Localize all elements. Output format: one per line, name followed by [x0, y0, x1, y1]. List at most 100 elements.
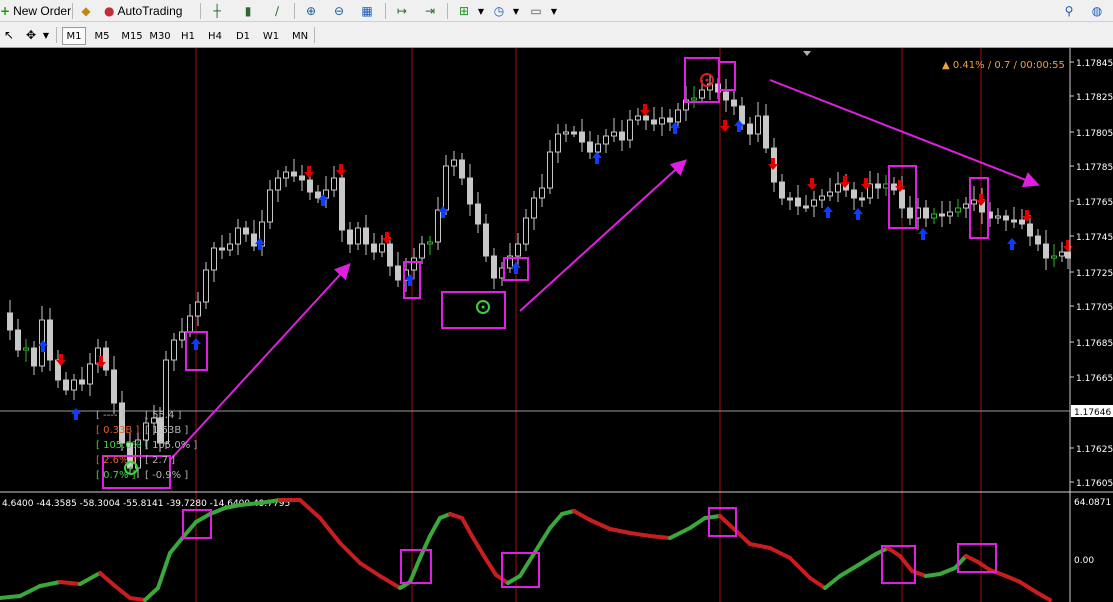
- candlestick: [907, 207, 913, 219]
- buy-arrow-icon: [918, 228, 928, 240]
- candlestick: [339, 177, 345, 231]
- oscillator-segment: [608, 527, 632, 535]
- chevron-down-icon[interactable]: ▼: [545, 2, 563, 20]
- price-label: 1.17805: [1076, 129, 1113, 139]
- highlight-box: [441, 291, 506, 329]
- timeframe-mn-button[interactable]: MN: [287, 27, 313, 45]
- candlestick: [243, 227, 249, 235]
- timeframe-m5-button[interactable]: M5: [90, 27, 114, 45]
- chart-canvas[interactable]: 1.17845 1.17825 1.17805 1.17785 1.17765 1.177…: [0, 48, 1113, 602]
- new-order-button[interactable]: + New Order: [0, 2, 71, 20]
- chart-shift-icon[interactable]: ⇥: [421, 2, 439, 20]
- chart-shift-marker-icon: [803, 51, 811, 56]
- buy-arrow-icon: [823, 206, 833, 218]
- candlestick: [307, 179, 313, 193]
- line-chart-icon[interactable]: ∕: [268, 2, 286, 20]
- buy-arrow-icon: [1007, 238, 1017, 250]
- tile-windows-icon[interactable]: ▦: [358, 2, 376, 20]
- metaeditor-icon[interactable]: ◆: [77, 2, 95, 20]
- price-label: 1.17765: [1076, 198, 1113, 208]
- buy-arrow-icon: [191, 338, 201, 350]
- candlestick: [275, 177, 281, 191]
- oscillator-segment: [518, 550, 537, 578]
- zoom-in-icon[interactable]: ⊕: [302, 2, 320, 20]
- info-right-3: [ 105.0% ]: [145, 440, 197, 451]
- arrow-shape: [336, 164, 346, 176]
- candlestick: [619, 131, 625, 141]
- oscillator-segment: [128, 596, 147, 602]
- buy-signal-dot: [481, 305, 485, 309]
- timeframe-h4-button[interactable]: H4: [203, 27, 227, 45]
- toolbar-separator: [200, 3, 201, 19]
- candlestick: [291, 171, 297, 177]
- trend-arrow-line: [169, 263, 351, 461]
- timeframe-m30-button[interactable]: M30: [146, 27, 174, 45]
- candlestick: [451, 159, 457, 167]
- oscillator-segment: [588, 518, 612, 531]
- timeframe-d1-button[interactable]: D1: [231, 27, 255, 45]
- chevron-down-icon[interactable]: ▼: [507, 2, 525, 20]
- autotrading-button[interactable]: ● AutoTrading: [104, 2, 182, 20]
- candlestick: [763, 115, 769, 149]
- sell-arrow-icon: [1063, 240, 1073, 252]
- candlestick: [179, 331, 185, 341]
- candlestick: [691, 97, 697, 101]
- candlestick: [395, 265, 401, 281]
- candlestick: [971, 199, 977, 205]
- oscillator-segment: [976, 560, 992, 572]
- timeframe-m1-button[interactable]: M1: [62, 27, 86, 45]
- sell-signal-dot: [705, 78, 709, 82]
- timeframe-m15-button[interactable]: M15: [118, 27, 146, 45]
- candlestick: [387, 243, 393, 267]
- info-left-2: [ 0.33B ]: [96, 425, 139, 436]
- bar-chart-icon[interactable]: ┼: [208, 2, 226, 20]
- indicator-scale-top: 64.0871: [1074, 498, 1111, 508]
- oscillator-segment: [748, 542, 772, 550]
- templates-icon[interactable]: ▭: [527, 2, 545, 20]
- periods-icon[interactable]: ◷: [490, 2, 508, 20]
- sell-arrow-icon: [720, 120, 730, 132]
- search-icon[interactable]: ⚲: [1060, 2, 1078, 20]
- price-label: 1.17725: [1076, 269, 1113, 279]
- autoscroll-icon[interactable]: ↦: [393, 2, 411, 20]
- arrow-shape: [807, 178, 817, 190]
- candlestick: [635, 115, 641, 121]
- candlestick: [1051, 255, 1057, 259]
- community-icon[interactable]: ◍: [1088, 2, 1106, 20]
- candlestick: [827, 191, 833, 197]
- chevron-down-icon[interactable]: ▼: [472, 2, 490, 20]
- candlestick: [187, 315, 193, 333]
- indicators-icon[interactable]: ⊞: [455, 2, 473, 20]
- info-panel: [ ---- ] [ 0.33B ] [ 105.0% ] [ 2.6% ] […: [96, 410, 197, 481]
- candlestick: [1035, 235, 1041, 245]
- zoom-out-icon[interactable]: ⊖: [330, 2, 348, 20]
- candlestick: [931, 213, 937, 219]
- candlestick-icon[interactable]: ▮: [239, 2, 257, 20]
- price-chart-window[interactable]: 1.17845 1.17825 1.17805 1.17785 1.17765 1.177…: [0, 48, 1113, 602]
- toolbar-separator: [385, 3, 386, 19]
- timeframe-h1-button[interactable]: H1: [176, 27, 200, 45]
- oscillator-segment: [733, 528, 752, 546]
- oscillator-segment: [428, 516, 442, 538]
- oscillator-segment: [823, 574, 842, 590]
- cursor-icon[interactable]: ↖: [0, 26, 18, 44]
- chevron-down-icon[interactable]: ▼: [37, 26, 55, 44]
- candlestick: [811, 199, 817, 207]
- oscillator-segment: [808, 576, 827, 590]
- candlestick: [355, 227, 361, 245]
- candlestick: [1059, 251, 1065, 257]
- candlestick: [219, 247, 225, 251]
- candlestick: [963, 203, 969, 209]
- oscillator-segment: [318, 516, 342, 545]
- candlestick: [195, 301, 201, 317]
- candlestick: [1019, 219, 1025, 225]
- highlight-box: [718, 61, 736, 91]
- oscillator-segment: [688, 516, 707, 530]
- price-label: 1.17705: [1076, 303, 1113, 313]
- oscillator-segment: [98, 571, 117, 588]
- candlestick: [111, 369, 117, 404]
- candlestick: [171, 339, 177, 361]
- oscillator-segment: [648, 534, 672, 540]
- timeframe-w1-button[interactable]: W1: [259, 27, 283, 45]
- autotrading-label: AutoTrading: [117, 4, 183, 18]
